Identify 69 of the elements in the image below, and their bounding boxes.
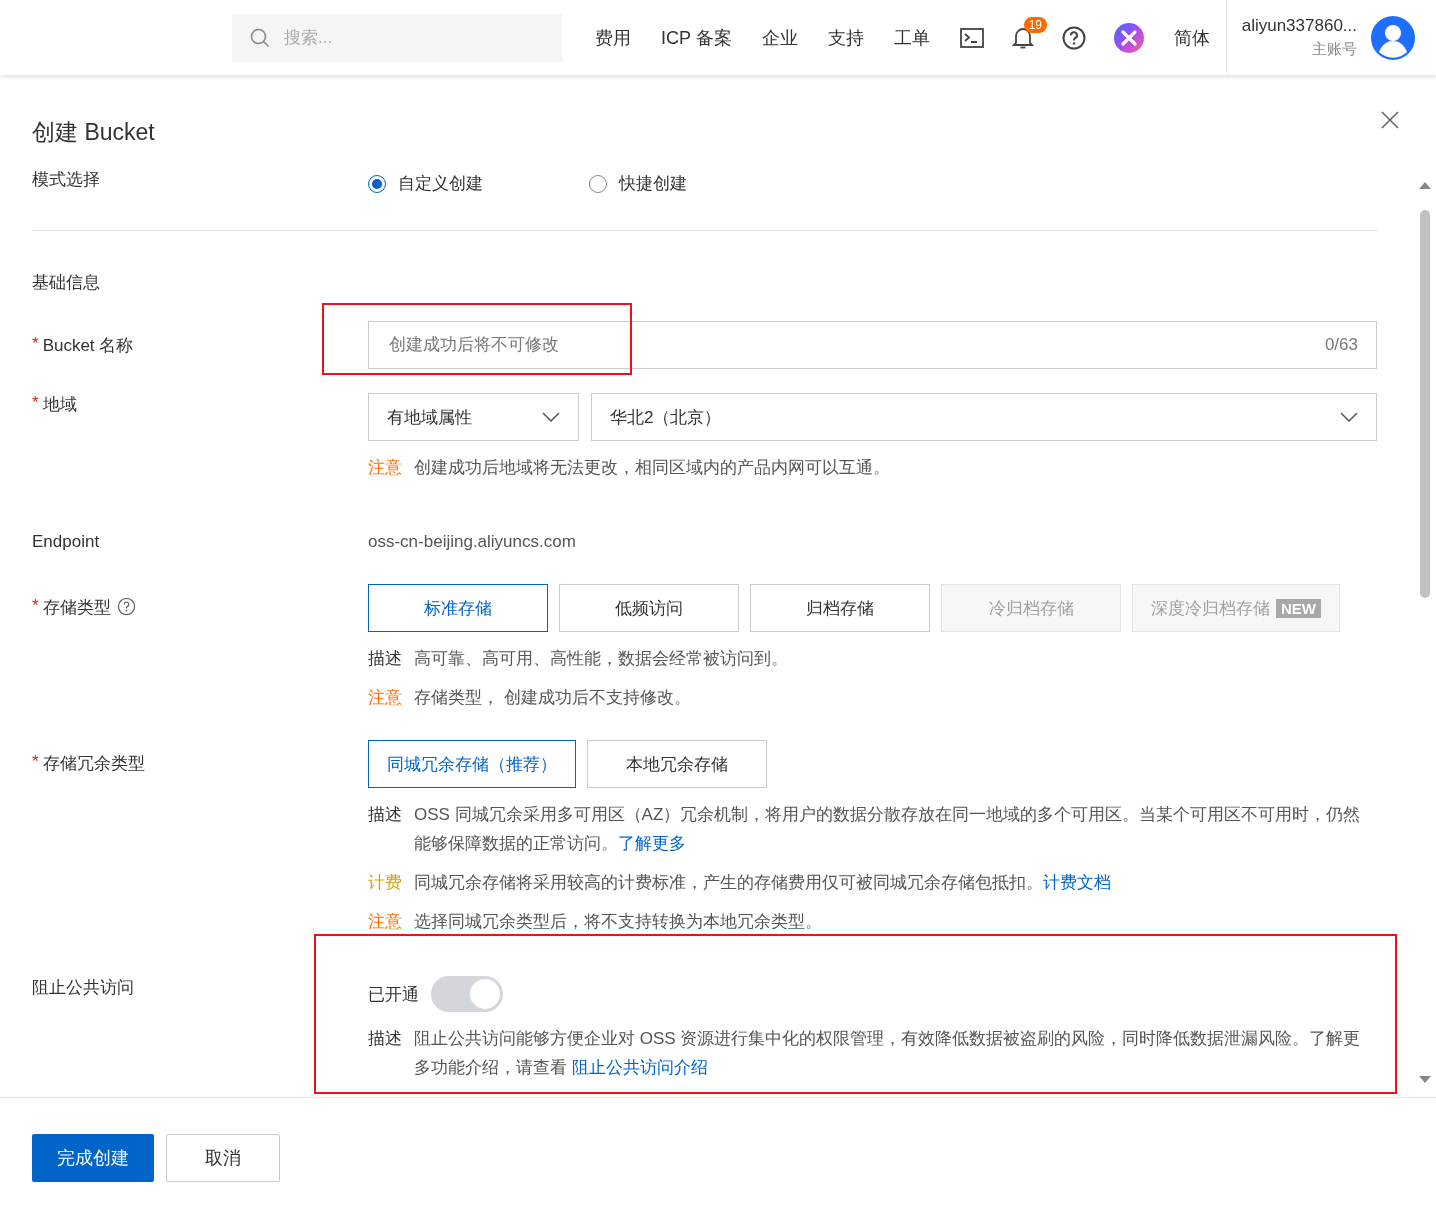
note-text: 高可靠、高可用、高性能，数据会经常被访问到。 bbox=[414, 648, 788, 670]
required-mark: * bbox=[32, 333, 39, 354]
region-select[interactable]: 华北2（北京） bbox=[591, 393, 1377, 441]
radio-option[interactable]: 自定义创建 bbox=[368, 172, 483, 195]
option-button[interactable]: 同城冗余存储（推荐） bbox=[368, 740, 576, 788]
field-label: 模式选择 bbox=[32, 169, 100, 191]
app-logo-icon[interactable] bbox=[1113, 22, 1144, 53]
submit-button[interactable]: 完成创建 bbox=[32, 1134, 154, 1182]
field-label: 地域 bbox=[42, 394, 77, 416]
note-link[interactable]: 计费文档 bbox=[1043, 873, 1111, 892]
required-mark: * bbox=[32, 596, 39, 616]
dialog-title: 创建 Bucket bbox=[32, 118, 155, 147]
user-name[interactable]: aliyun337860... bbox=[1241, 16, 1357, 36]
section-heading: 基础信息 bbox=[32, 230, 1377, 294]
field-label: 存储冗余类型 bbox=[42, 753, 145, 775]
search-bar[interactable]: 搜索... bbox=[232, 13, 562, 62]
field-label: Bucket 名称 bbox=[42, 334, 134, 357]
endpoint-value: oss-cn-beijing.aliyuncs.com bbox=[368, 532, 576, 551]
nav-link[interactable]: 费用 bbox=[595, 25, 631, 50]
note-text: 创建成功后地域将无法更改，相同区域内的产品内网可以互通。 bbox=[414, 457, 890, 479]
note-tag: 注意 bbox=[368, 453, 402, 482]
note-text: OSS 同城冗余采用多可用区（AZ）冗余机制，将用户的数据分散存放在同一地域的多个可用区。当某个可用区不可用时，仍然能够保障数据的正常访问。了解更多 bbox=[414, 804, 1362, 855]
cancel-button[interactable]: 取消 bbox=[166, 1134, 280, 1182]
close-icon[interactable] bbox=[1381, 111, 1399, 129]
field-label: 阻止公共访问 bbox=[32, 977, 134, 999]
note-tag: 计费 bbox=[368, 868, 402, 897]
note-text: 阻止公共访问能够方便企业对 OSS 资源进行集中化的权限管理，有效降低数据被盗刷的风险，同时降低数据泄漏风险。了解更多功能介绍，请查看 阻止公共访问介绍 bbox=[414, 1028, 1362, 1079]
note-tag: 注意 bbox=[368, 683, 402, 712]
char-counter: 0/63 bbox=[1324, 335, 1358, 355]
scroll-up-icon[interactable] bbox=[1418, 180, 1432, 190]
note-text: 存储类型， 创建成功后不支持修改。 bbox=[414, 687, 691, 709]
note-tag: 注意 bbox=[368, 907, 402, 936]
field-label: 存储类型 bbox=[42, 597, 111, 619]
note-tag: 描述 bbox=[368, 644, 402, 673]
option-button[interactable]: 归档存储 bbox=[750, 584, 930, 632]
toggle-status: 已开通 bbox=[368, 983, 419, 1006]
scroll-down-icon[interactable] bbox=[1418, 1075, 1432, 1085]
radio-option[interactable]: 快捷创建 bbox=[589, 172, 687, 195]
terminal-icon[interactable] bbox=[959, 27, 984, 48]
note-text: 同城冗余存储将采用较高的计费标准，产生的存储费用仅可被同城冗余存储包抵扣。计费文档 bbox=[414, 872, 1111, 894]
notification-badge: 19 bbox=[1023, 16, 1048, 33]
help-icon[interactable] bbox=[116, 597, 136, 616]
new-badge: NEW bbox=[1276, 598, 1321, 618]
option-button[interactable]: 标准存储 bbox=[368, 584, 548, 632]
note-text: 选择同城冗余类型后，将不支持转换为本地冗余类型。 bbox=[414, 911, 822, 933]
bucket-name-input[interactable]: 创建成功后将不可修改 bbox=[387, 334, 1325, 356]
nav-link[interactable]: 支持 bbox=[827, 25, 864, 50]
note-tag: 描述 bbox=[368, 800, 402, 858]
required-mark: * bbox=[32, 752, 39, 772]
required-mark: * bbox=[32, 393, 39, 413]
nav-link[interactable]: ICP 备案 bbox=[661, 25, 732, 50]
search-icon bbox=[250, 27, 270, 48]
help-icon[interactable] bbox=[1061, 25, 1086, 50]
option-button[interactable]: 本地冗余存储 bbox=[587, 740, 767, 788]
nav-link[interactable]: 企业 bbox=[761, 25, 798, 50]
search-field[interactable]: 搜索... bbox=[282, 26, 536, 49]
account-role: 主账号 bbox=[1312, 40, 1357, 59]
note-link[interactable]: 了解更多 bbox=[618, 834, 686, 853]
avatar-icon[interactable] bbox=[1371, 15, 1415, 60]
region-select[interactable]: 有地域属性 bbox=[368, 393, 579, 441]
nav-link[interactable]: 工单 bbox=[893, 25, 930, 50]
language-link[interactable]: 简体 bbox=[1173, 25, 1210, 50]
text-field[interactable]: 创建成功后将不可修改 0/63 bbox=[368, 321, 1377, 369]
note-tag: 描述 bbox=[368, 1024, 402, 1082]
scrollbar[interactable] bbox=[1418, 180, 1432, 1085]
chevron-down-icon bbox=[1340, 412, 1358, 422]
chevron-down-icon bbox=[542, 412, 560, 422]
option-button[interactable]: 低频访问 bbox=[559, 584, 739, 632]
field-label: Endpoint bbox=[32, 532, 100, 552]
